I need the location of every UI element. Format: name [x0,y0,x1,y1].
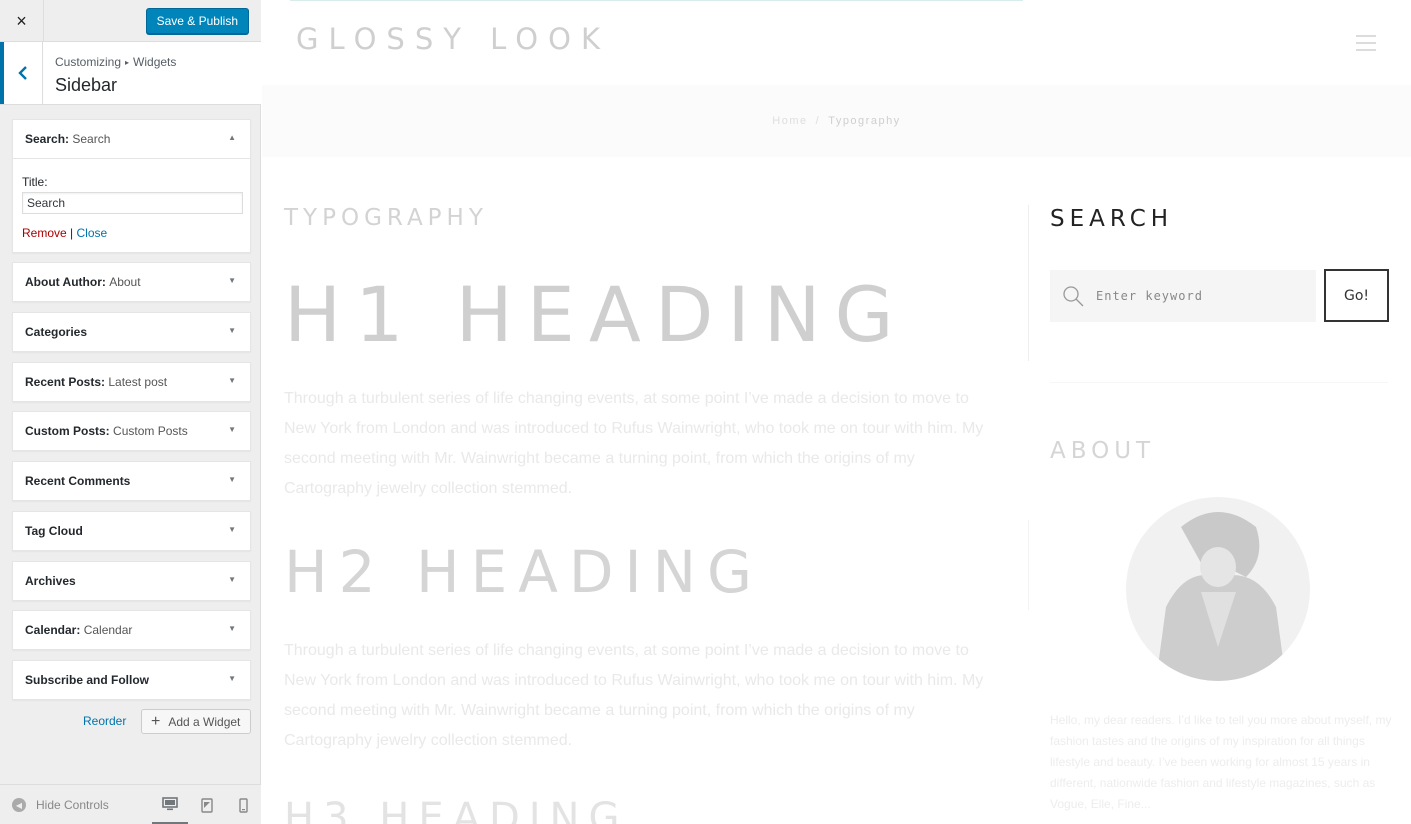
widget-title: Calendar: [25,623,81,637]
reorder-link[interactable]: Reorder [83,714,126,728]
h1-heading: H1 HEADING [284,270,908,359]
site-preview: GLOSSY LOOK Home / Typography TYPOGRAPHY H… [262,0,1411,824]
page-breadcrumb: Home / Typography [262,115,1411,127]
paragraph-1: Through a turbulent series of life chang… [284,390,984,497]
widget-title: Archives [25,574,76,588]
expand-arrow-icon[interactable]: ▼ [228,475,236,484]
expand-arrow-icon[interactable]: ▼ [228,674,236,683]
h3-heading: H3 HEADING [284,795,629,824]
top-accent-line [290,0,1023,1]
desktop-preview-icon[interactable] [152,785,188,824]
h2-heading: H2 HEADING [284,538,763,606]
save-publish-button[interactable]: Save & Publish [145,8,249,34]
customizer-panel: × Save & Publish Customizing ▸ Widgets Sid… [0,0,261,824]
breadcrumb-current: Typography [828,115,901,127]
expand-arrow-icon[interactable]: ▼ [228,525,236,534]
plus-icon: + [151,712,161,730]
hide-controls-label: Hide Controls [36,798,109,812]
section-header: Customizing ▸ Widgets Sidebar [0,42,261,105]
widget-title: About Author: [25,275,106,289]
widget-recent-posts[interactable]: Recent Posts: Latest post ▼ [12,362,251,402]
widget-about-author[interactable]: About Author: About ▼ [12,262,251,302]
title-field-label: Title: [22,175,48,189]
collapse-arrow-icon[interactable]: ▲ [228,133,236,142]
widget-in-title: About [109,275,141,289]
sidebar-divider [1028,520,1029,610]
widget-search-header[interactable]: Search: Search ▲ [13,120,250,158]
collapse-left-icon: ◀ [12,798,26,812]
widget-title: Custom Posts: [25,424,110,438]
breadcrumb-separator-icon: ▸ [125,58,130,67]
breadcrumb-root: Customizing [55,55,122,69]
widget-title: Subscribe and Follow [25,673,150,687]
close-icon[interactable]: × [0,0,44,42]
widget-tag-cloud[interactable]: Tag Cloud ▼ [12,511,251,551]
add-widget-label: Add a Widget [168,714,241,729]
breadcrumb-home-link[interactable]: Home [772,115,807,127]
expand-arrow-icon[interactable]: ▼ [228,276,236,285]
widget-title: Search: [25,132,70,146]
section-title: Sidebar [55,75,118,95]
widget-categories[interactable]: Categories ▼ [12,312,251,352]
breadcrumb: Customizing ▸ Widgets [55,55,176,69]
add-widget-button[interactable]: + Add a Widget [141,709,251,734]
action-separator: | [70,226,74,240]
search-icon [1063,286,1084,307]
expand-arrow-icon[interactable]: ▼ [228,425,236,434]
widget-calendar[interactable]: Calendar: Calendar ▼ [12,610,251,650]
site-logo[interactable]: GLOSSY LOOK [296,22,610,56]
widget-title: Categories [25,325,88,339]
widget-custom-posts[interactable]: Custom Posts: Custom Posts ▼ [12,411,251,451]
widget-in-title: Search [72,132,111,146]
search-placeholder: Enter keyword [1096,289,1203,303]
remove-widget-link[interactable]: Remove [22,226,67,240]
search-go-button[interactable]: Go! [1324,269,1389,322]
widget-title: Recent Comments [25,474,131,488]
breadcrumb-current: Widgets [133,55,177,69]
customizer-header: × Save & Publish [0,0,261,42]
menu-hamburger-icon[interactable] [1356,35,1376,56]
widget-search: Search: Search ▲ Title: Remove | Close [12,119,251,253]
expand-arrow-icon[interactable]: ▼ [228,376,236,385]
search-input[interactable]: Enter keyword [1050,270,1316,322]
paragraph-2: Through a turbulent series of life chang… [284,642,984,749]
widget-separator [1050,382,1388,383]
page-title: TYPOGRAPHY [284,205,488,231]
widget-in-title: Latest post [108,375,168,389]
breadcrumb-bar: Home / Typography [262,85,1411,157]
hide-controls-button[interactable]: ◀ Hide Controls [12,798,109,812]
tablet-preview-icon[interactable] [189,785,225,824]
widget-title: Recent Posts: [25,375,106,389]
author-avatar [1126,497,1310,681]
expand-arrow-icon[interactable]: ▼ [228,326,236,335]
widget-archives[interactable]: Archives ▼ [12,561,251,601]
expand-arrow-icon[interactable]: ▼ [228,624,236,633]
widget-recent-comments[interactable]: Recent Comments ▼ [12,461,251,501]
search-widget-title: SEARCH [1050,206,1174,232]
widget-title: Tag Cloud [25,524,83,538]
widget-search-form: Title: Remove | Close [13,158,250,252]
expand-arrow-icon[interactable]: ▼ [228,575,236,584]
sidebar-divider [1028,205,1029,361]
about-widget-title: ABOUT [1050,438,1156,464]
title-field[interactable] [22,192,243,214]
close-widget-link[interactable]: Close [77,226,108,240]
about-text: Hello, my dear readers. I’d like to tell… [1050,713,1392,811]
widget-in-title: Calendar [83,623,133,637]
widget-in-title: Custom Posts [113,424,188,438]
widget-subscribe-follow[interactable]: Subscribe and Follow ▼ [12,660,251,700]
customizer-footer: ◀ Hide Controls [0,784,261,824]
back-chevron-icon[interactable] [0,42,43,104]
mobile-preview-icon[interactable] [225,785,261,824]
breadcrumb-separator: / [815,115,821,127]
